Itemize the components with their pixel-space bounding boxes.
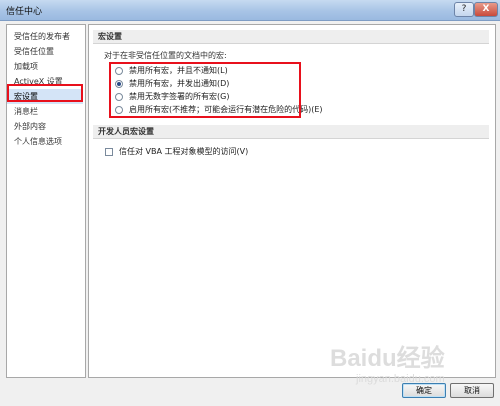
sidebar-item-message-bar[interactable]: 消息栏: [7, 104, 83, 119]
window-title: 信任中心: [6, 7, 43, 17]
sidebar-item-add-ins[interactable]: 加载项: [7, 59, 83, 74]
sidebar-item-privacy-options[interactable]: 个人信息选项: [7, 134, 83, 149]
macro-option-label: 禁用无数字签署的所有宏(G): [129, 92, 230, 101]
radio-button-selected[interactable]: [115, 79, 123, 88]
close-button[interactable]: X: [474, 2, 498, 17]
sidebar: 受信任的发布者 受信任位置 加载项 ActiveX 设置 宏设置 消息栏 外部内…: [6, 24, 86, 378]
radio-button[interactable]: [115, 92, 123, 101]
macro-settings-prompt: 对于在非受信任位置的文档中的宏:: [104, 51, 227, 60]
macro-option-label: 启用所有宏(不推荐；可能会运行有潜在危险的代码)(E): [129, 105, 323, 114]
radio-button[interactable]: [115, 105, 123, 114]
developer-settings-header: 开发人员宏设置: [93, 125, 489, 139]
sidebar-item-external-content[interactable]: 外部内容: [7, 119, 83, 134]
macro-settings-header: 宏设置: [93, 30, 489, 44]
macro-option-label: 禁用所有宏，并且不通知(L): [129, 66, 228, 75]
macro-option-label: 禁用所有宏，并发出通知(D): [129, 79, 230, 88]
sidebar-item-activex-settings[interactable]: ActiveX 设置: [7, 74, 83, 89]
radio-button[interactable]: [115, 66, 123, 75]
macro-option-disable-with-notify[interactable]: 禁用所有宏，并发出通知(D): [115, 77, 229, 90]
help-button[interactable]: ?: [454, 2, 474, 17]
sidebar-item-trusted-locations[interactable]: 受信任位置: [7, 44, 83, 59]
trust-vba-label: 信任对 VBA 工程对象模型的访问(V): [119, 147, 249, 156]
ok-button[interactable]: 确定: [402, 383, 446, 398]
sidebar-item-macro-settings[interactable]: 宏设置: [7, 89, 83, 104]
trust-vba-option[interactable]: 信任对 VBA 工程对象模型的访问(V): [105, 146, 248, 157]
checkbox[interactable]: [105, 147, 113, 156]
sidebar-item-trusted-publishers[interactable]: 受信任的发布者: [7, 29, 83, 44]
main-panel: 宏设置 对于在非受信任位置的文档中的宏: 禁用所有宏，并且不通知(L) 禁用所有…: [88, 24, 496, 378]
cancel-button[interactable]: 取消: [450, 383, 494, 398]
macro-option-disable-no-notify[interactable]: 禁用所有宏，并且不通知(L): [115, 64, 228, 77]
title-bar: 信任中心 ? X: [0, 0, 500, 21]
macro-option-disable-unsigned[interactable]: 禁用无数字签署的所有宏(G): [115, 90, 229, 103]
macro-option-enable-all[interactable]: 启用所有宏(不推荐；可能会运行有潜在危险的代码)(E): [115, 103, 323, 116]
